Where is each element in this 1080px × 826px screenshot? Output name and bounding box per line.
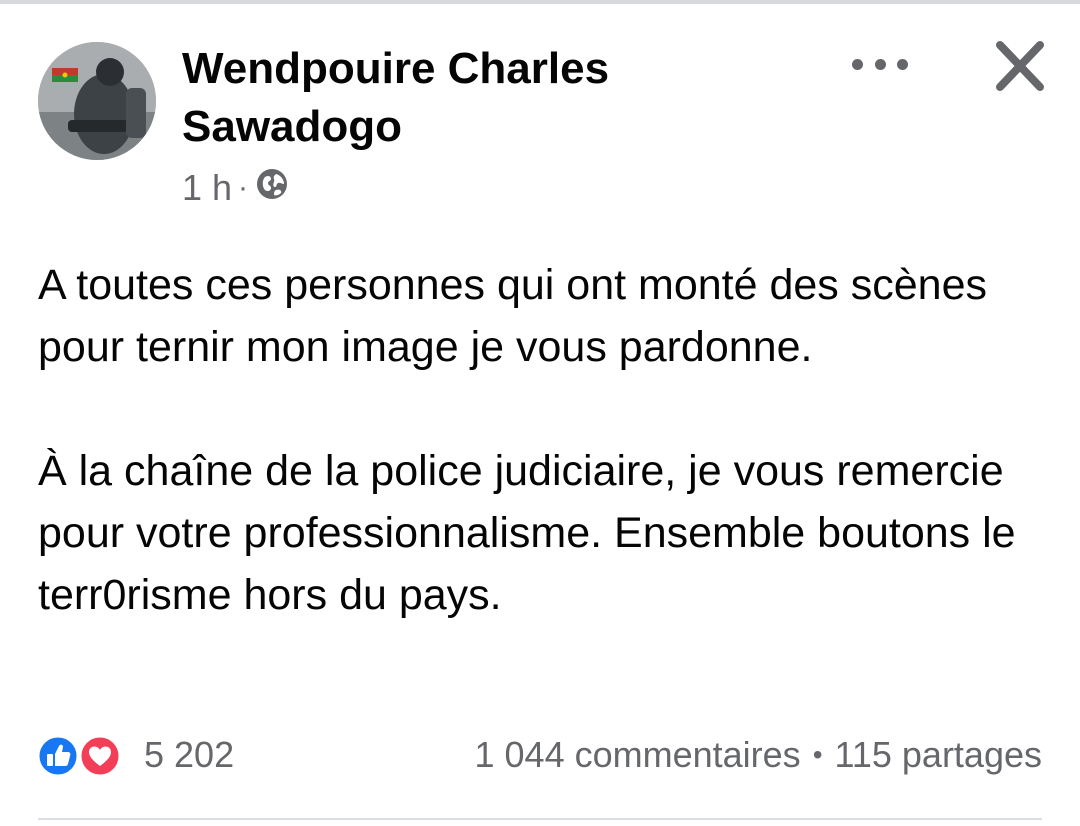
more-dot: [874, 58, 886, 70]
post-paragraph: À la chaîne de la police judiciaire, je …: [38, 447, 1016, 619]
like-reaction-icon: [36, 734, 80, 778]
post-paragraph: A toutes ces personnes qui ont monté des…: [38, 261, 987, 371]
comments-count-link[interactable]: 1 044 commentaires: [475, 734, 801, 776]
love-reaction-icon: [78, 734, 122, 778]
close-icon: [996, 41, 1044, 91]
close-button[interactable]: [990, 38, 1050, 94]
engagement-stats: 1 044 commentaires • 115 partages: [475, 732, 1042, 778]
meta-separator: ·: [238, 171, 249, 204]
more-options-button[interactable]: [852, 46, 908, 82]
reactions-summary[interactable]: 5 202: [36, 732, 234, 778]
reaction-icons: [36, 732, 132, 778]
footer-divider: [38, 818, 1042, 820]
globe-icon: [256, 167, 288, 209]
top-divider: [0, 0, 1080, 4]
post-meta: 1 h ·: [182, 166, 288, 210]
stats-separator: •: [812, 739, 823, 770]
more-dot: [897, 58, 908, 70]
shares-count-link[interactable]: 115 partages: [835, 734, 1043, 776]
avatar-image: [38, 42, 156, 160]
author-avatar[interactable]: [38, 42, 156, 160]
post-time[interactable]: 1 h: [182, 167, 232, 209]
reaction-count: 5 202: [144, 734, 235, 775]
more-horizontal-icon: [852, 58, 863, 70]
author-name[interactable]: Wendpouire Charles Sawadogo: [182, 40, 702, 156]
post-text: A toutes ces personnes qui ont monté des…: [38, 254, 1048, 626]
